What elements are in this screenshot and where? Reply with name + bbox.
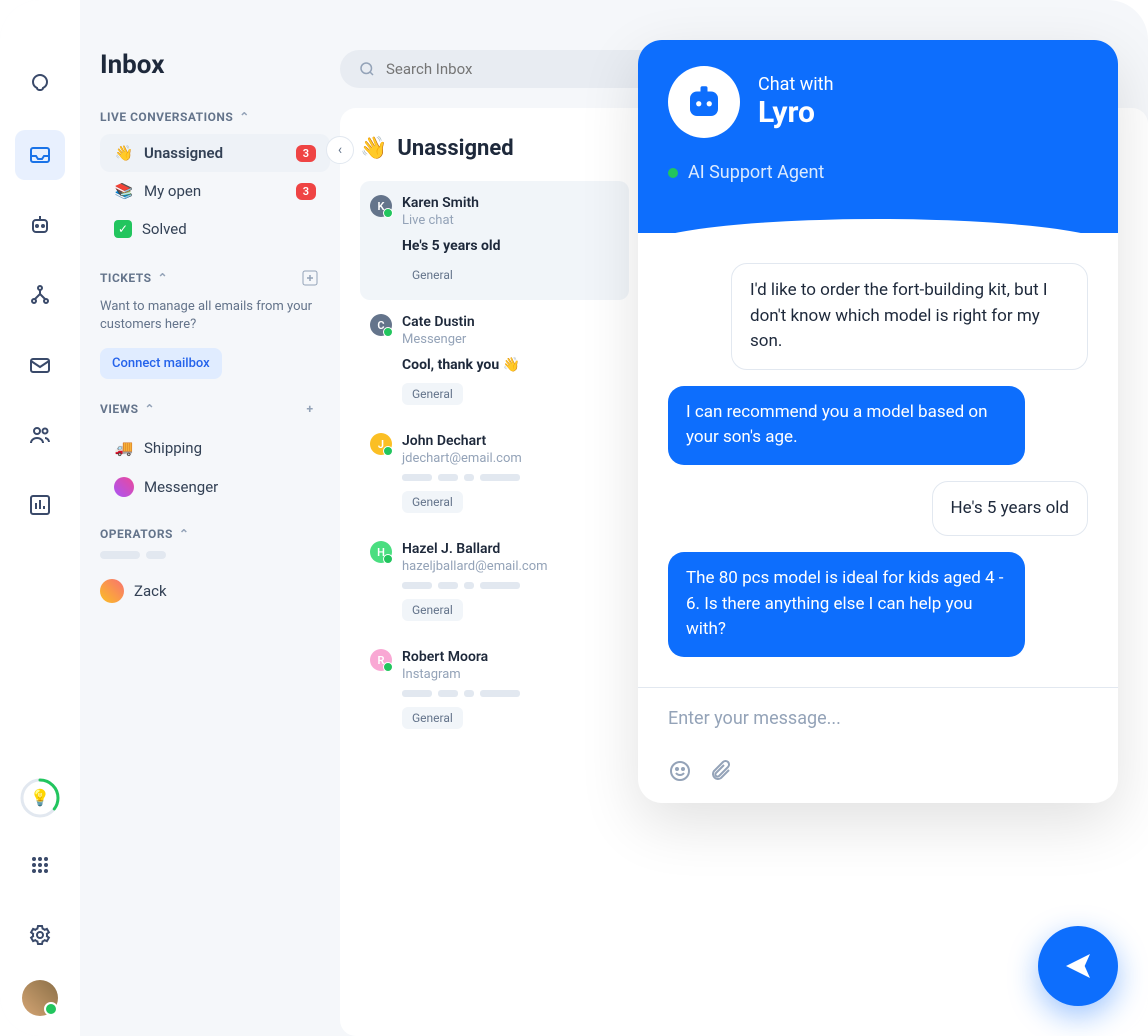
emoji-icon[interactable] [668, 759, 692, 783]
books-icon: 📚 [114, 182, 134, 200]
avatar [100, 579, 124, 603]
conversation-name: Robert Moora [402, 649, 488, 665]
nav-shipping[interactable]: 🚚 Shipping [100, 429, 330, 467]
send-button[interactable] [1038, 926, 1118, 1006]
conversation-tag: General [402, 491, 463, 513]
rail-mail-icon[interactable] [15, 340, 65, 390]
operator-zack[interactable]: Zack [100, 573, 340, 609]
nav-messenger[interactable]: Messenger [100, 467, 330, 507]
conversation-tag: General [402, 264, 463, 286]
chevron-up-icon: ⌃ [145, 402, 156, 416]
truck-icon: 🚚 [114, 439, 134, 457]
conversation-preview: Cool, thank you 👋 [402, 357, 619, 373]
connect-mailbox-button[interactable]: Connect mailbox [100, 348, 222, 379]
rail-analytics-icon[interactable] [15, 480, 65, 530]
conversation-preview: He's 5 years old [402, 238, 619, 254]
conversation-name: Karen Smith [402, 195, 479, 211]
wave-icon: 👋 [360, 136, 387, 161]
conversation-item[interactable]: H Hazel J. Ballard hazeljballard@email.c… [360, 527, 629, 635]
chat-header: Chat with Lyro AI Support Agent [638, 40, 1118, 233]
wave-icon: 👋 [114, 144, 134, 162]
add-ticket-icon[interactable] [300, 268, 320, 288]
conversation-item[interactable]: K Karen Smith Live chat He's 5 years old… [360, 181, 629, 300]
add-view-icon[interactable]: + [300, 399, 320, 419]
conversation-name: John Dechart [402, 433, 522, 449]
operator-skeleton [100, 551, 340, 559]
nav-my-open[interactable]: 📚 My open 3 [100, 172, 330, 210]
nav-solved[interactable]: ✓ Solved [100, 210, 330, 248]
bot-avatar-icon [668, 66, 740, 138]
avatar: K [370, 195, 392, 217]
page-title: Inbox [100, 50, 340, 80]
conversation-tag: General [402, 383, 463, 405]
conversation-item[interactable]: C Cate Dustin Messenger Cool, thank you … [360, 300, 629, 419]
conversation-skeleton [402, 690, 619, 697]
chevron-up-icon: ⌃ [158, 271, 169, 285]
svg-text:💡: 💡 [30, 788, 50, 807]
chevron-up-icon: ⌃ [179, 527, 190, 541]
badge-myopen: 3 [296, 183, 316, 200]
conversation-channel: jdechart@email.com [402, 451, 522, 466]
rail-settings-icon[interactable] [15, 910, 65, 960]
avatar: J [370, 433, 392, 455]
conversation-skeleton [402, 474, 619, 481]
section-live-conversations[interactable]: LIVE CONVERSATIONS ⌃ [100, 110, 340, 124]
check-icon: ✓ [114, 220, 132, 238]
conversation-item[interactable]: J John Dechart jdechart@email.com Genera… [360, 419, 629, 527]
section-operators[interactable]: OPERATORS ⌃ [100, 527, 340, 541]
rail-progress-icon[interactable]: 💡 [18, 776, 62, 820]
status-dot-icon [668, 168, 678, 178]
conversation-item[interactable]: R Robert Moora Instagram General [360, 635, 629, 743]
search-input[interactable] [386, 60, 662, 78]
user-message: He's 5 years old [932, 481, 1088, 537]
messenger-icon [114, 477, 134, 497]
rail-flows-icon[interactable] [15, 270, 65, 320]
rail-logo-icon[interactable] [15, 60, 65, 110]
badge-unassigned: 3 [296, 145, 316, 162]
chat-title-big: Lyro [758, 95, 833, 130]
search-input-wrap[interactable] [340, 50, 680, 88]
conversation-tag: General [402, 599, 463, 621]
conversation-channel: hazeljballard@email.com [402, 559, 548, 574]
chat-widget: Chat with Lyro AI Support Agent I'd like… [638, 40, 1118, 803]
bot-message: I can recommend you a model based on you… [668, 386, 1025, 465]
attachment-icon[interactable] [708, 759, 732, 783]
collapse-sidebar-button[interactable]: ‹ [326, 136, 354, 164]
user-message: I'd like to order the fort-building kit,… [731, 263, 1088, 370]
nav-unassigned[interactable]: 👋 Unassigned 3 [100, 134, 330, 172]
chat-body: I'd like to order the fort-building kit,… [638, 233, 1118, 677]
conversation-name: Cate Dustin [402, 314, 475, 330]
conversation-name: Hazel J. Ballard [402, 541, 548, 557]
avatar: H [370, 541, 392, 563]
rail-bot-icon[interactable] [15, 200, 65, 250]
conversation-channel: Instagram [402, 667, 488, 682]
bot-message: The 80 pcs model is ideal for kids aged … [668, 552, 1025, 657]
rail-user-avatar[interactable] [22, 980, 58, 1016]
section-views[interactable]: VIEWS ⌃ + [100, 399, 340, 419]
avatar: C [370, 314, 392, 336]
conversation-skeleton [402, 582, 619, 589]
nav-rail: 💡 [0, 0, 80, 1036]
tickets-help-text: Want to manage all emails from your cust… [100, 298, 340, 334]
chat-title-small: Chat with [758, 74, 833, 95]
search-icon [358, 60, 376, 78]
list-title: 👋 Unassigned [360, 136, 629, 161]
avatar: R [370, 649, 392, 671]
conversation-channel: Messenger [402, 332, 475, 347]
chat-status: AI Support Agent [668, 162, 1088, 183]
conversation-tag: General [402, 707, 463, 729]
conversation-channel: Live chat [402, 213, 479, 228]
main-area: ‹ 👋 Unassigned K Karen Smith Live chat H… [340, 0, 1148, 1036]
chat-input[interactable]: Enter your message... [638, 698, 1118, 759]
chevron-up-icon: ⌃ [239, 110, 250, 124]
conversation-list: 👋 Unassigned K Karen Smith Live chat He'… [340, 108, 650, 1036]
rail-apps-icon[interactable] [15, 840, 65, 890]
rail-inbox-icon[interactable] [15, 130, 65, 180]
inbox-sidebar: Inbox LIVE CONVERSATIONS ⌃ 👋 Unassigned … [80, 0, 340, 1036]
rail-contacts-icon[interactable] [15, 410, 65, 460]
section-tickets[interactable]: TICKETS ⌃ [100, 268, 340, 288]
